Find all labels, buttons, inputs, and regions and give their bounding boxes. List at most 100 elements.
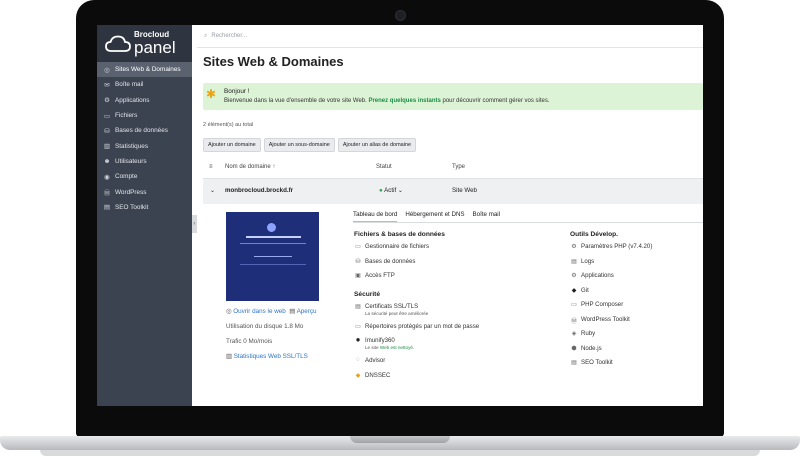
banner-text-after: pour découvrir comment gérer vos sites.	[442, 98, 550, 104]
link-label: Node.js	[581, 344, 602, 352]
sidebar-item-label: Fichiers	[115, 112, 138, 120]
link-label: Logs	[581, 257, 595, 265]
folder-lock-icon: ▭	[355, 323, 361, 330]
imunify-note-prefix: Le site	[365, 345, 379, 350]
tab-dashboard[interactable]: Tableau de bord	[353, 211, 398, 222]
status-badge[interactable]: ● Actif ⌄	[379, 187, 403, 194]
sidebar-item-applications[interactable]: ⚙ Applications	[97, 93, 192, 108]
dev-tools-section: Outils Dévelop. ⚙ Paramètres PHP (v7.4.20…	[570, 231, 652, 374]
column-header-status[interactable]: Statut	[376, 164, 392, 170]
seo-icon: ▤	[103, 204, 111, 212]
imunify-icon: ✹	[355, 338, 361, 344]
database-icon: ⛁	[355, 258, 361, 265]
wordpress-toolkit-link[interactable]: Ⓦ WordPress Toolkit	[570, 316, 652, 331]
imunify-note: Le site Web est nettoyé.	[365, 345, 414, 350]
preview-icon: ▤	[289, 308, 296, 315]
sidebar-item-statistics[interactable]: ▥ Statistiques	[97, 138, 192, 153]
tab-hosting-dns[interactable]: Hébergement et DNS	[405, 211, 464, 222]
link-label: Gestionnaire de fichiers	[365, 243, 430, 250]
sidebar-item-label: Applications	[115, 96, 150, 104]
preview-divider	[240, 264, 306, 265]
link-label: DNSSEC	[365, 371, 391, 379]
section-title: Fichiers & bases de données	[354, 231, 445, 238]
wordpress-icon: Ⓦ	[103, 190, 111, 198]
seo-toolkit-link[interactable]: ▤ SEO Toolkit	[570, 359, 652, 374]
sidebar-item-files[interactable]: ▭ Fichiers	[97, 108, 192, 123]
brand-logo[interactable]: Brocloud panel	[97, 25, 192, 62]
laptop-shadow	[40, 450, 760, 456]
domain-name[interactable]: monbrocloud.brockd.fr	[225, 187, 293, 194]
folder-icon: ▭	[355, 244, 361, 250]
preview-logo-icon	[267, 223, 276, 232]
logs-link[interactable]: ▤ Logs	[570, 258, 652, 273]
sidebar-item-label: Sites Web & Domaines	[115, 66, 181, 74]
laptop-notch	[350, 436, 450, 443]
banner-tour-link[interactable]: Prenez quelques instants	[368, 98, 440, 104]
ssl-certificates-link[interactable]: ▤ Certificats SSL/TLS La sécurité peut êtr…	[354, 303, 479, 323]
certificate-icon: ▤	[355, 303, 361, 310]
databases-link[interactable]: ⛁ Bases de données	[354, 258, 479, 273]
file-manager-link[interactable]: ▭ Gestionnaire de fichiers	[354, 243, 479, 258]
nodejs-link[interactable]: ⬢ Node.js	[570, 345, 652, 360]
open-in-web-link[interactable]: Ouvrir dans le web	[233, 308, 286, 315]
files-databases-section: Fichiers & bases de données ▭ Gestionnair…	[354, 231, 479, 386]
search-icon: ⌕	[204, 32, 208, 39]
link-label: Applications	[581, 272, 614, 279]
preview-footer-line	[254, 256, 292, 257]
protected-directories-link[interactable]: ▭ Répertoires protégés par un mot de pass…	[354, 323, 479, 338]
column-header-domain[interactable]: Nom de domaine ↑	[225, 164, 275, 170]
folder-icon: ▭	[103, 112, 111, 120]
dnssec-icon: ◆	[355, 372, 361, 379]
tab-mail[interactable]: Boîte mail	[473, 211, 501, 222]
sidebar-item-label: Utilisateurs	[115, 157, 147, 165]
sidebar-item-databases[interactable]: ⛁ Bases de données	[97, 123, 192, 138]
add-subdomain-button[interactable]: Ajouter un sous-domaine	[263, 138, 335, 152]
ftp-access-link[interactable]: ▣ Accès FTP	[354, 272, 479, 287]
chevron-down-icon[interactable]: ⌄	[210, 187, 215, 194]
website-preview-thumbnail[interactable]	[226, 212, 319, 301]
table-row[interactable]: ⌄ monbrocloud.brockd.fr ● Actif ⌄ Site W…	[203, 179, 703, 204]
nodejs-icon: ⬢	[571, 345, 577, 352]
sidebar-item-account[interactable]: ◉ Compte	[97, 169, 192, 184]
overview-link[interactable]: Aperçu	[297, 308, 317, 315]
link-label: Accès FTP	[365, 272, 395, 279]
table-header: ≡ Nom de domaine ↑ Statut Type	[203, 156, 703, 179]
git-link[interactable]: ◆ Git	[570, 287, 652, 302]
link-label: SEO Toolkit	[581, 359, 613, 366]
imunify360-link[interactable]: ✹ Imunify360 Le site Web est nettoyé.	[354, 337, 479, 357]
sidebar: Brocloud panel ◎ Sites Web & Domaines ✉ Bo…	[97, 25, 192, 406]
link-label: PHP Composer	[581, 301, 624, 308]
seo-icon: ▤	[571, 360, 577, 366]
sidebar-item-wordpress[interactable]: Ⓦ WordPress	[97, 184, 192, 199]
sidebar-item-label: Bases de données	[115, 127, 168, 135]
ssl-web-stats-link[interactable]: Statistiques Web SSL/TLS	[234, 353, 308, 360]
sidebar-item-websites[interactable]: ◎ Sites Web & Domaines	[97, 62, 192, 78]
dnssec-link[interactable]: ◆ DNSSEC	[354, 372, 479, 387]
preview-text-line	[240, 243, 306, 244]
add-alias-button[interactable]: Ajouter un alias de domaine	[337, 138, 417, 152]
php-composer-link[interactable]: ▭ PHP Composer	[570, 301, 652, 316]
ruby-link[interactable]: ◈ Ruby	[570, 330, 652, 345]
search-input[interactable]: Rechercher...	[211, 33, 247, 39]
welcome-banner: ✱ Bonjour ! Bienvenue dans la vue d'ense…	[203, 83, 703, 110]
advisor-link[interactable]: ◌ Advisor	[354, 357, 479, 372]
wordpress-icon: Ⓦ	[570, 318, 577, 325]
sidebar-item-seo-toolkit[interactable]: ▤ SEO Toolkit	[97, 200, 192, 215]
select-all-icon[interactable]: ≡	[209, 164, 213, 170]
php-settings-link[interactable]: ⚙ Paramètres PHP (v7.4.20)	[570, 243, 652, 258]
add-domain-button[interactable]: Ajouter un domaine	[203, 138, 261, 152]
search-bar[interactable]: ⌕ Rechercher...	[197, 25, 703, 48]
link-label: Ruby	[581, 330, 596, 337]
ftp-icon: ▣	[355, 273, 361, 279]
applications-link[interactable]: ⚙ Applications	[570, 272, 652, 287]
preview-heading-line	[246, 236, 301, 238]
link-label: Git	[581, 286, 589, 294]
party-popper-icon: ✱	[206, 87, 217, 101]
column-header-type[interactable]: Type	[452, 164, 465, 170]
sidebar-item-users[interactable]: ☻ Utilisateurs	[97, 154, 192, 169]
sidebar-item-mail[interactable]: ✉ Boîte mail	[97, 77, 192, 92]
logo-text-big: panel	[134, 38, 176, 57]
status-label: Actif	[384, 187, 397, 194]
disk-usage: Utilisation du disque 1.8 Mo	[226, 323, 304, 330]
link-label: Advisor	[365, 357, 386, 364]
